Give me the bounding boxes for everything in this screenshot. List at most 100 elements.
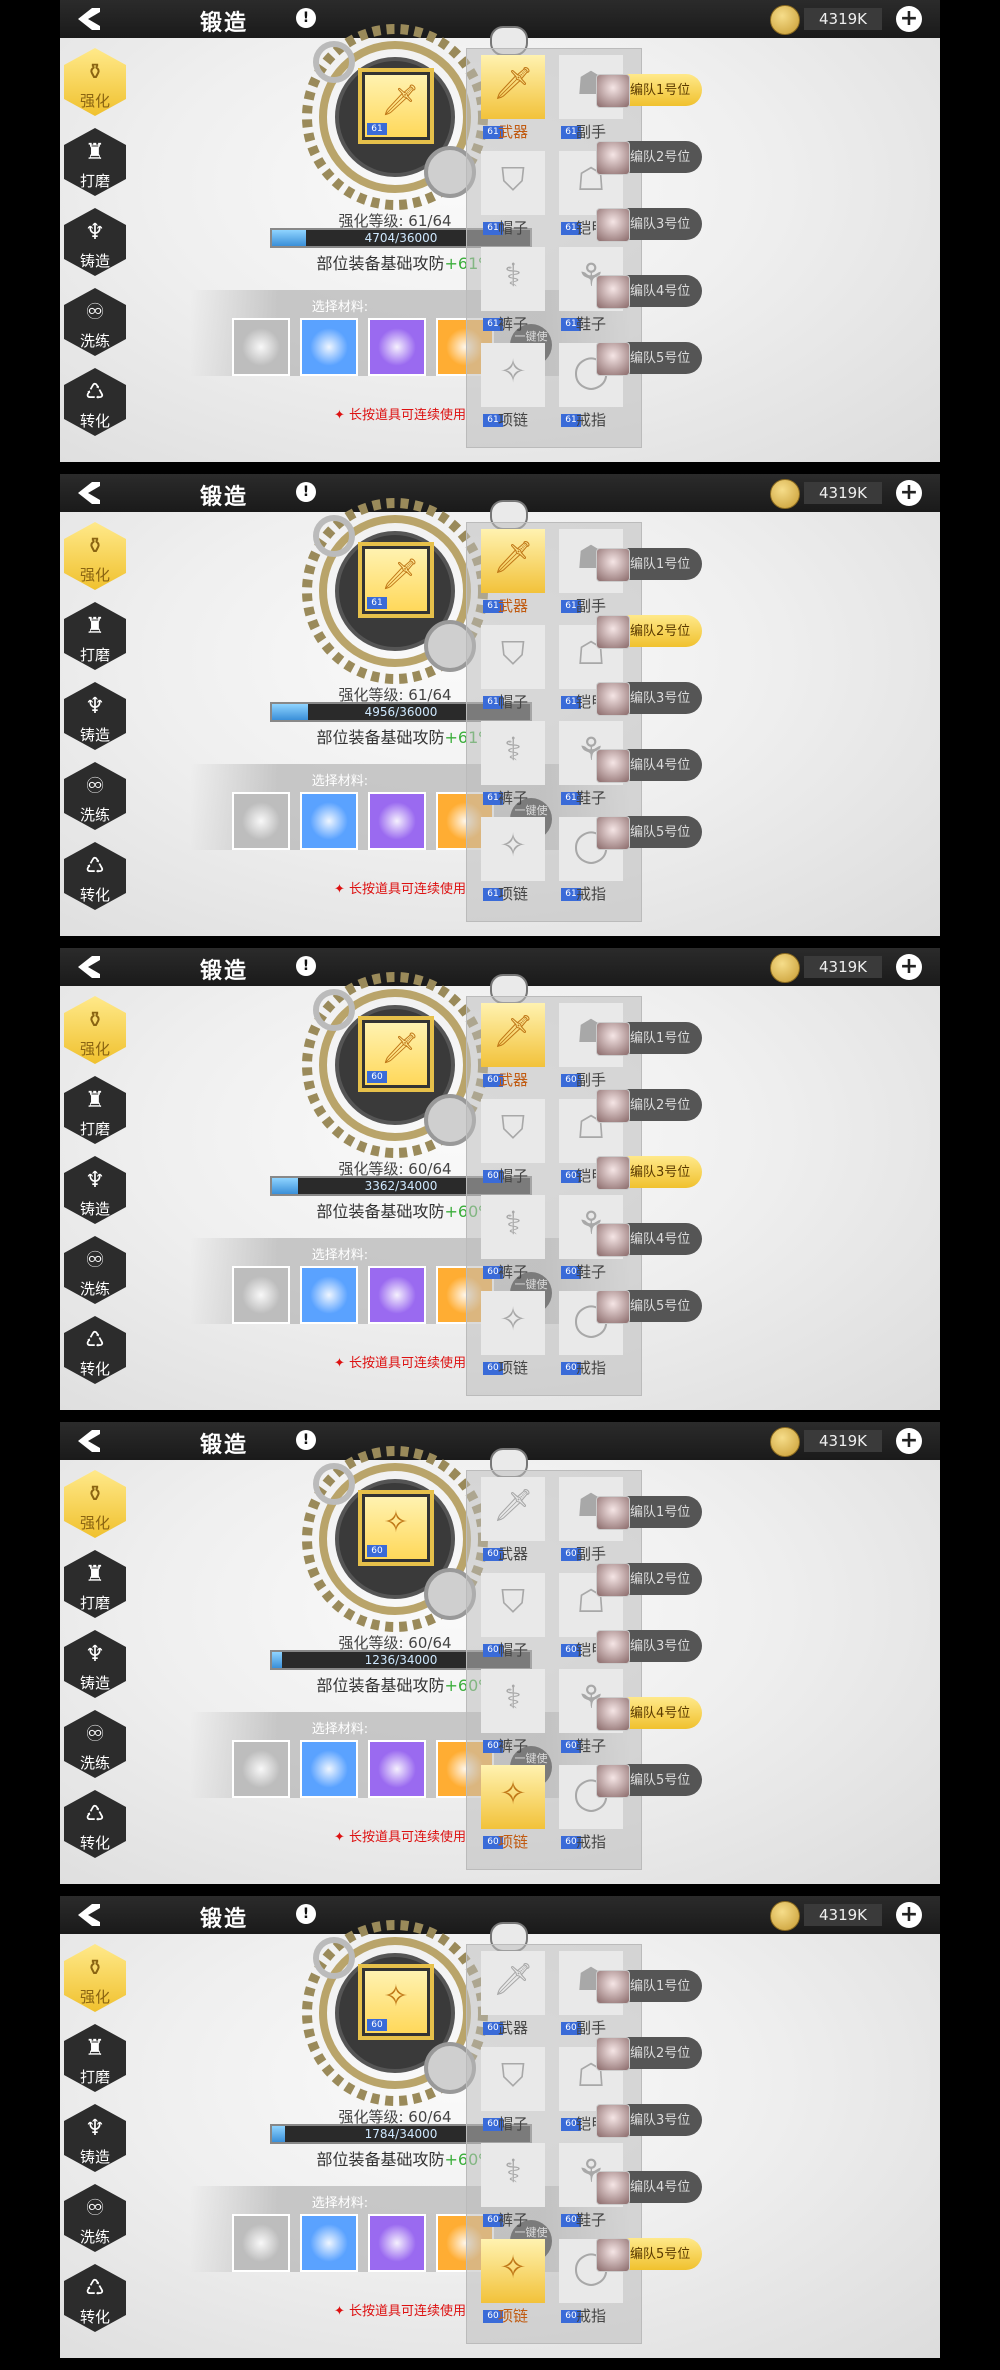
back-button[interactable] <box>74 952 104 982</box>
tab-refine[interactable]: ♾ 洗练 <box>64 288 126 356</box>
equip-slot[interactable]: ⛉ 60 帽子 <box>481 1099 545 1185</box>
team-slot-2[interactable]: 编队2号位 <box>596 137 702 177</box>
team-slot-2[interactable]: 编队2号位 <box>596 611 702 651</box>
tab-forge[interactable]: ♆ 铸造 <box>64 2104 126 2172</box>
team-slot-3[interactable]: 编队3号位 <box>596 1152 702 1192</box>
tab-polish[interactable]: ♜ 打磨 <box>64 1076 126 1144</box>
material-gray[interactable] <box>232 1266 290 1324</box>
team-slot-1[interactable]: 编队1号位 <box>596 70 702 110</box>
team-slot-3[interactable]: 编队3号位 <box>596 678 702 718</box>
team-slot-4[interactable]: 编队4号位 <box>596 2167 702 2207</box>
equip-slot[interactable]: 🗡 61 武器 <box>481 55 545 141</box>
tab-strengthen[interactable]: ⚱ 强化 <box>64 996 126 1064</box>
team-slot-1[interactable]: 编队1号位 <box>596 1018 702 1058</box>
team-slot-4[interactable]: 编队4号位 <box>596 1693 702 1733</box>
selected-equipment-card[interactable]: 🗡 61 <box>362 546 430 614</box>
selected-equipment-card[interactable]: ✧ 60 <box>362 1968 430 2036</box>
material-blue[interactable] <box>300 792 358 850</box>
selected-equipment-card[interactable]: 🗡 61 <box>362 72 430 140</box>
tab-polish[interactable]: ♜ 打磨 <box>64 1550 126 1618</box>
material-gray[interactable] <box>232 2214 290 2272</box>
team-slot-3[interactable]: 编队3号位 <box>596 1626 702 1666</box>
material-purple[interactable] <box>368 1740 426 1798</box>
equip-slot[interactable]: ⚕ 60 裤子 <box>481 1669 545 1755</box>
equip-slot[interactable]: 🗡 60 武器 <box>481 1951 545 2037</box>
tab-polish[interactable]: ♜ 打磨 <box>64 128 126 196</box>
equip-slot[interactable]: ✧ 61 项链 <box>481 817 545 903</box>
add-currency-button[interactable]: + <box>896 480 922 506</box>
team-slot-2[interactable]: 编队2号位 <box>596 2033 702 2073</box>
material-purple[interactable] <box>368 1266 426 1324</box>
material-purple[interactable] <box>368 2214 426 2272</box>
tab-strengthen[interactable]: ⚱ 强化 <box>64 522 126 590</box>
team-slot-1[interactable]: 编队1号位 <box>596 544 702 584</box>
team-slot-1[interactable]: 编队1号位 <box>596 1966 702 2006</box>
team-slot-5[interactable]: 编队5号位 <box>596 338 702 378</box>
team-slot-3[interactable]: 编队3号位 <box>596 204 702 244</box>
material-gray[interactable] <box>232 792 290 850</box>
equip-slot[interactable]: 🗡 60 武器 <box>481 1477 545 1563</box>
equip-slot[interactable]: ✧ 60 项链 <box>481 1765 545 1851</box>
equip-slot[interactable]: 🗡 60 武器 <box>481 1003 545 1089</box>
equip-slot[interactable]: 🗡 61 武器 <box>481 529 545 615</box>
team-slot-2[interactable]: 编队2号位 <box>596 1085 702 1125</box>
team-slot-4[interactable]: 编队4号位 <box>596 1219 702 1259</box>
tab-polish[interactable]: ♜ 打磨 <box>64 2024 126 2092</box>
equip-slot[interactable]: ⚕ 60 裤子 <box>481 1195 545 1281</box>
add-currency-button[interactable]: + <box>896 1428 922 1454</box>
tab-strengthen[interactable]: ⚱ 强化 <box>64 48 126 116</box>
material-gray[interactable] <box>232 318 290 376</box>
tab-refine[interactable]: ♾ 洗练 <box>64 762 126 830</box>
tab-forge[interactable]: ♆ 铸造 <box>64 1156 126 1224</box>
equip-slot[interactable]: ⛉ 60 帽子 <box>481 2047 545 2133</box>
material-purple[interactable] <box>368 792 426 850</box>
team-slot-4[interactable]: 编队4号位 <box>596 271 702 311</box>
team-slot-2[interactable]: 编队2号位 <box>596 1559 702 1599</box>
tab-refine[interactable]: ♾ 洗练 <box>64 2184 126 2252</box>
back-button[interactable] <box>74 1426 104 1456</box>
equip-slot[interactable]: ⛉ 60 帽子 <box>481 1573 545 1659</box>
equip-slot[interactable]: ⛉ 61 帽子 <box>481 151 545 237</box>
tab-convert[interactable]: ♺ 转化 <box>64 842 126 910</box>
back-button[interactable] <box>74 478 104 508</box>
team-slot-4[interactable]: 编队4号位 <box>596 745 702 785</box>
team-slot-5[interactable]: 编队5号位 <box>596 1286 702 1326</box>
equip-slot[interactable]: ⚕ 60 裤子 <box>481 2143 545 2229</box>
selected-equipment-card[interactable]: ✧ 60 <box>362 1494 430 1562</box>
tab-forge[interactable]: ♆ 铸造 <box>64 682 126 750</box>
tab-refine[interactable]: ♾ 洗练 <box>64 1710 126 1778</box>
tab-convert[interactable]: ♺ 转化 <box>64 1316 126 1384</box>
back-button[interactable] <box>74 4 104 34</box>
add-currency-button[interactable]: + <box>896 6 922 32</box>
tab-refine[interactable]: ♾ 洗练 <box>64 1236 126 1304</box>
equip-slot[interactable]: ✧ 61 项链 <box>481 343 545 429</box>
tab-convert[interactable]: ♺ 转化 <box>64 2264 126 2332</box>
tab-polish[interactable]: ♜ 打磨 <box>64 602 126 670</box>
equip-slot[interactable]: ⚕ 61 裤子 <box>481 721 545 807</box>
equip-slot[interactable]: ✧ 60 项链 <box>481 1291 545 1377</box>
tab-convert[interactable]: ♺ 转化 <box>64 1790 126 1858</box>
selected-equipment-card[interactable]: 🗡 60 <box>362 1020 430 1088</box>
material-blue[interactable] <box>300 1266 358 1324</box>
add-currency-button[interactable]: + <box>896 1902 922 1928</box>
tab-forge[interactable]: ♆ 铸造 <box>64 1630 126 1698</box>
team-slot-5[interactable]: 编队5号位 <box>596 1760 702 1800</box>
add-currency-button[interactable]: + <box>896 954 922 980</box>
team-slot-3[interactable]: 编队3号位 <box>596 2100 702 2140</box>
material-blue[interactable] <box>300 2214 358 2272</box>
equip-slot[interactable]: ✧ 60 项链 <box>481 2239 545 2325</box>
team-slot-5[interactable]: 编队5号位 <box>596 2234 702 2274</box>
team-slot-1[interactable]: 编队1号位 <box>596 1492 702 1532</box>
material-blue[interactable] <box>300 318 358 376</box>
tab-convert[interactable]: ♺ 转化 <box>64 368 126 436</box>
tab-strengthen[interactable]: ⚱ 强化 <box>64 1944 126 2012</box>
tab-strengthen[interactable]: ⚱ 强化 <box>64 1470 126 1538</box>
material-gray[interactable] <box>232 1740 290 1798</box>
tab-forge[interactable]: ♆ 铸造 <box>64 208 126 276</box>
equip-slot[interactable]: ⛉ 61 帽子 <box>481 625 545 711</box>
back-button[interactable] <box>74 1900 104 1930</box>
equip-slot[interactable]: ⚕ 61 裤子 <box>481 247 545 333</box>
team-slot-5[interactable]: 编队5号位 <box>596 812 702 852</box>
material-purple[interactable] <box>368 318 426 376</box>
material-blue[interactable] <box>300 1740 358 1798</box>
